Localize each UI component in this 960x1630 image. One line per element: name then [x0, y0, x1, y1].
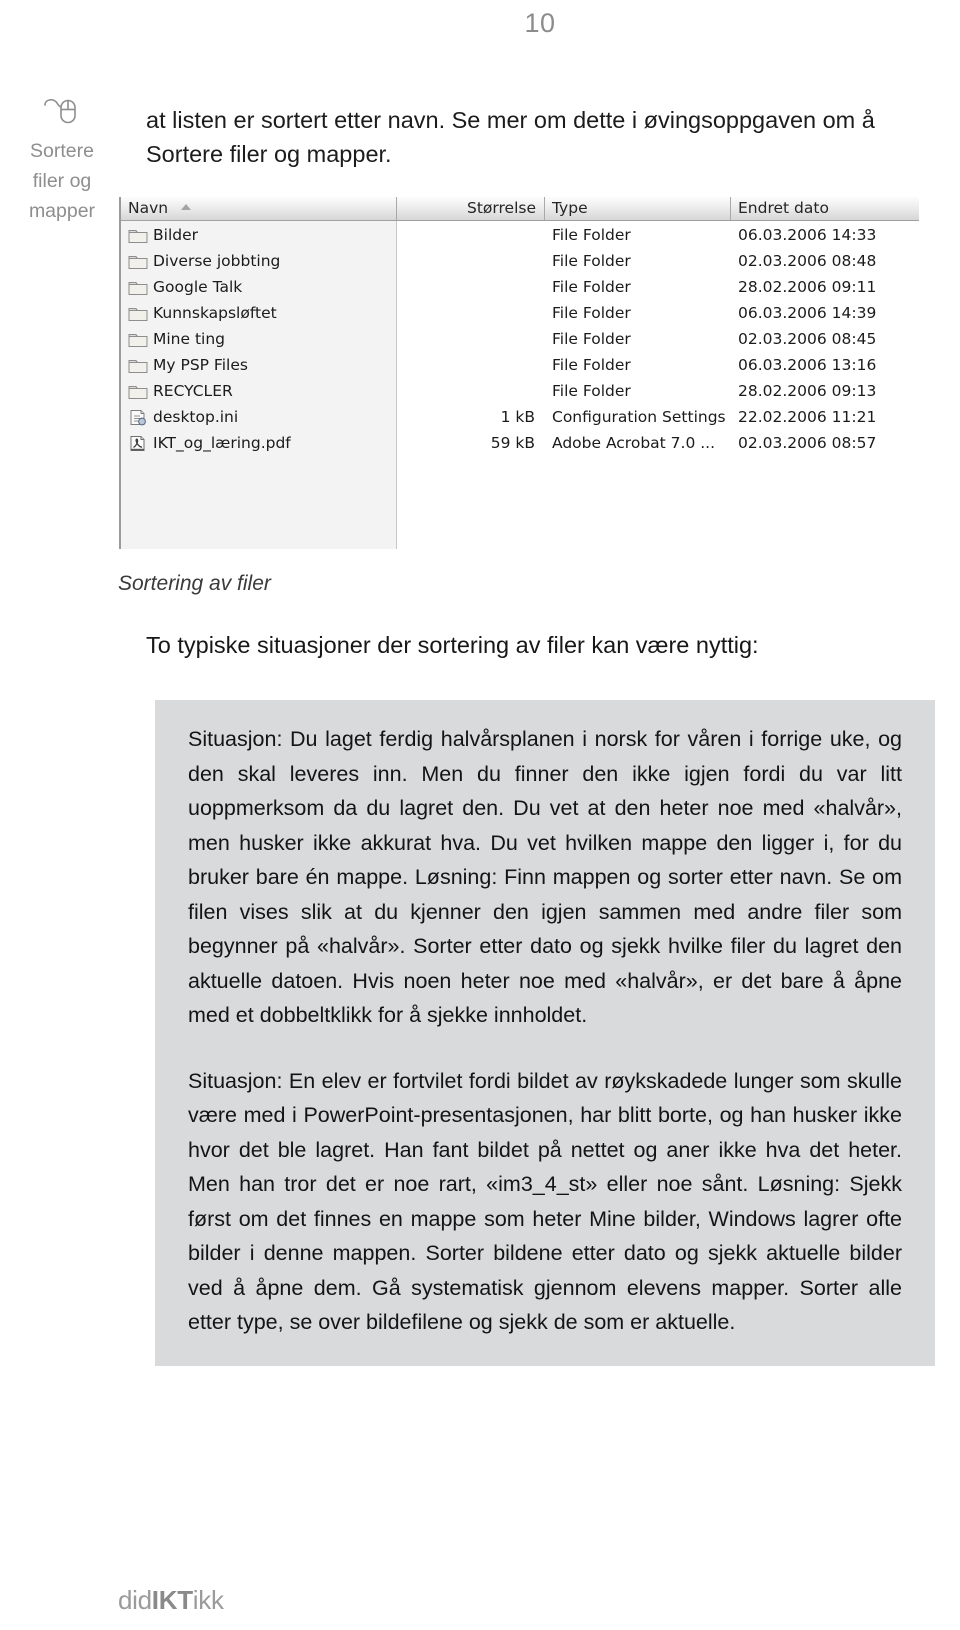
file-row[interactable]: RECYCLER File Folder 28.02.2006 09:13: [121, 378, 919, 404]
folder-icon: [128, 357, 148, 374]
file-type-cell: Configuration Settings: [552, 408, 726, 426]
lead-sentence: To typiske situasjoner der sortering av …: [146, 632, 759, 658]
file-size-cell: 1 kB: [500, 408, 535, 426]
file-type-cell: File Folder: [552, 356, 631, 374]
page-number: 10: [524, 8, 556, 38]
footer-logo-ikt: IKT: [151, 1585, 193, 1615]
file-type-cell: File Folder: [552, 304, 631, 322]
file-row[interactable]: My PSP Files File Folder 06.03.2006 13:16: [121, 352, 919, 378]
footer-logo: didIKTikk: [118, 1585, 224, 1616]
file-date-cell: 06.03.2006 13:16: [738, 356, 877, 374]
column-header-storrelse[interactable]: Størrelse: [397, 197, 545, 220]
margin-note: Sortere filer og mapper: [8, 96, 116, 226]
file-row[interactable]: Kunnskapsløftet File Folder 06.03.2006 14:…: [121, 300, 919, 326]
file-type-cell: File Folder: [552, 252, 631, 270]
column-header-type[interactable]: Type: [545, 197, 731, 220]
file-name-label: Kunnskapsløftet: [153, 304, 277, 322]
file-size-cell: 59 kB: [490, 434, 535, 452]
file-row[interactable]: Mine ting File Folder 02.03.2006 08:45: [121, 326, 919, 352]
file-type-cell: Adobe Acrobat 7.0 ...: [552, 434, 716, 452]
ini-file-icon: [128, 409, 148, 426]
file-date-cell: 28.02.2006 09:11: [738, 278, 877, 296]
file-name-label: RECYCLER: [153, 382, 233, 400]
file-row[interactable]: desktop.ini 1 kB Configuration Settings 22.…: [121, 404, 919, 430]
file-type-cell: File Folder: [552, 278, 631, 296]
folder-icon: [128, 279, 148, 296]
mouse-icon: [44, 99, 76, 124]
margin-note-line-3: mapper: [28, 200, 96, 222]
column-header-navn[interactable]: Navn: [121, 197, 397, 220]
file-name-label: Mine ting: [153, 330, 226, 348]
file-date-cell: 06.03.2006 14:39: [738, 304, 877, 322]
file-name-cell: Google Talk: [121, 278, 397, 296]
file-explorer-screenshot: Navn Størrelse Type Endret dato Bilder Fi…: [119, 197, 919, 549]
file-date-cell: 02.03.2006 08:57: [738, 434, 877, 452]
file-name-cell: RECYCLER: [121, 382, 397, 400]
explorer-column-headers: Navn Størrelse Type Endret dato: [121, 197, 919, 221]
file-name-cell: Kunnskapsløftet: [121, 304, 397, 322]
file-type-cell: File Folder: [552, 226, 631, 244]
file-name-label: Bilder: [153, 226, 198, 244]
file-name-label: desktop.ini: [153, 408, 239, 426]
margin-note-line-1: Sortere: [30, 140, 94, 162]
margin-note-line-2: filer og: [32, 170, 92, 192]
file-name-label: IKT_og_læring.pdf: [153, 434, 291, 452]
folder-icon: [128, 227, 148, 244]
file-type-cell: File Folder: [552, 382, 631, 400]
file-date-cell: 02.03.2006 08:45: [738, 330, 877, 348]
folder-icon: [128, 331, 148, 348]
folder-icon: [128, 305, 148, 322]
file-name-label: Google Talk: [153, 278, 243, 296]
file-name-cell: desktop.ini: [121, 408, 397, 426]
footer-logo-suffix: ikk: [192, 1585, 224, 1615]
pdf-file-icon: [128, 435, 148, 452]
file-date-cell: 22.02.2006 11:21: [738, 408, 877, 426]
intro-paragraph: at listen er sortert etter navn. Se mer …: [146, 107, 875, 167]
column-header-navn-label: Navn: [128, 199, 169, 217]
file-list: Bilder File Folder 06.03.2006 14:33 Diverse…: [121, 222, 919, 456]
situations-block: Situasjon: Du laget ferdig halvårsplanen…: [155, 700, 935, 1366]
file-row[interactable]: Diverse jobbting File Folder 02.03.2006 08…: [121, 248, 919, 274]
file-row[interactable]: IKT_og_læring.pdf 59 kB Adobe Acrobat 7.0 …: [121, 430, 919, 456]
file-name-cell: Bilder: [121, 226, 397, 244]
situation-paragraph-2: Situasjon: En elev er fortvilet fordi bi…: [188, 1068, 902, 1335]
file-name-label: Diverse jobbting: [153, 252, 281, 270]
footer-logo-prefix: did: [118, 1585, 152, 1615]
file-name-cell: Diverse jobbting: [121, 252, 397, 270]
file-name-cell: Mine ting: [121, 330, 397, 348]
folder-icon: [128, 253, 148, 270]
file-name-label: My PSP Files: [153, 356, 248, 374]
file-row[interactable]: Bilder File Folder 06.03.2006 14:33: [121, 222, 919, 248]
file-date-cell: 02.03.2006 08:48: [738, 252, 877, 270]
file-name-cell: IKT_og_læring.pdf: [121, 434, 397, 452]
file-row[interactable]: Google Talk File Folder 28.02.2006 09:11: [121, 274, 919, 300]
file-name-cell: My PSP Files: [121, 356, 397, 374]
sort-ascending-arrow-icon: [181, 204, 192, 210]
file-type-cell: File Folder: [552, 330, 631, 348]
figure-caption: Sortering av filer: [118, 572, 271, 595]
file-date-cell: 28.02.2006 09:13: [738, 382, 877, 400]
situation-paragraph-1: Situasjon: Du laget ferdig halvårsplanen…: [188, 727, 902, 1027]
folder-icon: [128, 383, 148, 400]
column-header-endret-dato[interactable]: Endret dato: [731, 197, 919, 220]
file-date-cell: 06.03.2006 14:33: [738, 226, 877, 244]
